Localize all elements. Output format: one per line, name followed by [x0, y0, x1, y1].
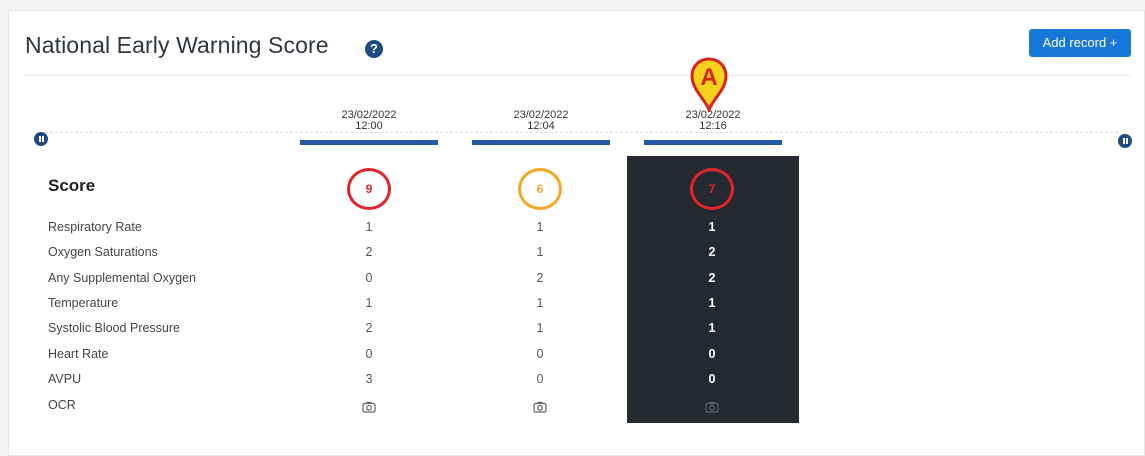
table-cell: 0 — [536, 372, 544, 386]
news-panel — [8, 10, 1145, 456]
table-cell: 1 — [708, 220, 716, 234]
camera-icon[interactable] — [362, 401, 376, 413]
table-cell: 1 — [536, 220, 544, 234]
row-label-respiratory-rate: Respiratory Rate — [48, 220, 142, 234]
column-header-1[interactable]: 23/02/2022 12:00 — [300, 110, 438, 132]
table-cell: 0 — [365, 271, 373, 285]
table-cell: 2 — [365, 321, 373, 335]
column-time: 12:04 — [527, 120, 555, 132]
table-cell: 0 — [365, 347, 373, 361]
column-bar-3[interactable] — [644, 140, 782, 145]
column-bar-1[interactable] — [300, 140, 438, 145]
table-cell: 1 — [708, 296, 716, 310]
timeline-prev-pause-icon[interactable] — [34, 132, 48, 146]
help-icon[interactable]: ? — [365, 40, 383, 58]
column-bar-2[interactable] — [472, 140, 610, 145]
timeline-track — [40, 132, 1118, 133]
row-label-temperature: Temperature — [48, 296, 119, 310]
score-label: Score — [48, 176, 96, 195]
camera-icon[interactable] — [533, 401, 547, 413]
column-header-3[interactable]: 23/02/2022 12:16 — [644, 110, 782, 132]
table-cell: 1 — [365, 220, 373, 234]
table-cell: 1 — [365, 296, 373, 310]
row-label-supplemental-oxygen: Any Supplemental Oxygen — [48, 271, 197, 285]
table-cell: 1 — [536, 321, 544, 335]
callout-letter: A — [700, 64, 717, 91]
row-label-oxygen-saturations: Oxygen Saturations — [48, 245, 158, 259]
score-badge: 9 — [347, 168, 391, 210]
header-divider — [25, 75, 1131, 76]
column-header-2[interactable]: 23/02/2022 12:04 — [472, 110, 610, 132]
table-cell: 1 — [708, 321, 716, 335]
column-time: 12:00 — [355, 120, 383, 132]
table-cell: 0 — [708, 347, 716, 361]
row-label-systolic-bp: Systolic Blood Pressure — [48, 321, 181, 335]
camera-icon[interactable] — [705, 401, 719, 413]
callout-marker-icon: A — [690, 57, 728, 112]
row-label-avpu: AVPU — [48, 372, 82, 386]
table-cell: 1 — [536, 296, 544, 310]
row-label-ocr: OCR — [48, 398, 76, 412]
add-record-button[interactable]: Add record + — [1029, 29, 1131, 57]
table-cell: 2 — [536, 271, 544, 285]
table-cell: 2 — [708, 245, 716, 259]
table-cell: 0 — [536, 347, 544, 361]
row-label-heart-rate: Heart Rate — [48, 347, 109, 361]
score-badge: 6 — [518, 168, 562, 210]
timeline-next-pause-icon[interactable] — [1118, 134, 1132, 148]
table-cell: 2 — [365, 245, 373, 259]
score-badge: 7 — [690, 168, 734, 210]
table-cell: 3 — [365, 372, 373, 386]
table-cell: 0 — [708, 372, 716, 386]
table-cell: 1 — [536, 245, 544, 259]
table-cell: 2 — [708, 271, 716, 285]
page-title: National Early Warning Score — [25, 32, 329, 58]
column-time: 12:16 — [699, 120, 727, 132]
